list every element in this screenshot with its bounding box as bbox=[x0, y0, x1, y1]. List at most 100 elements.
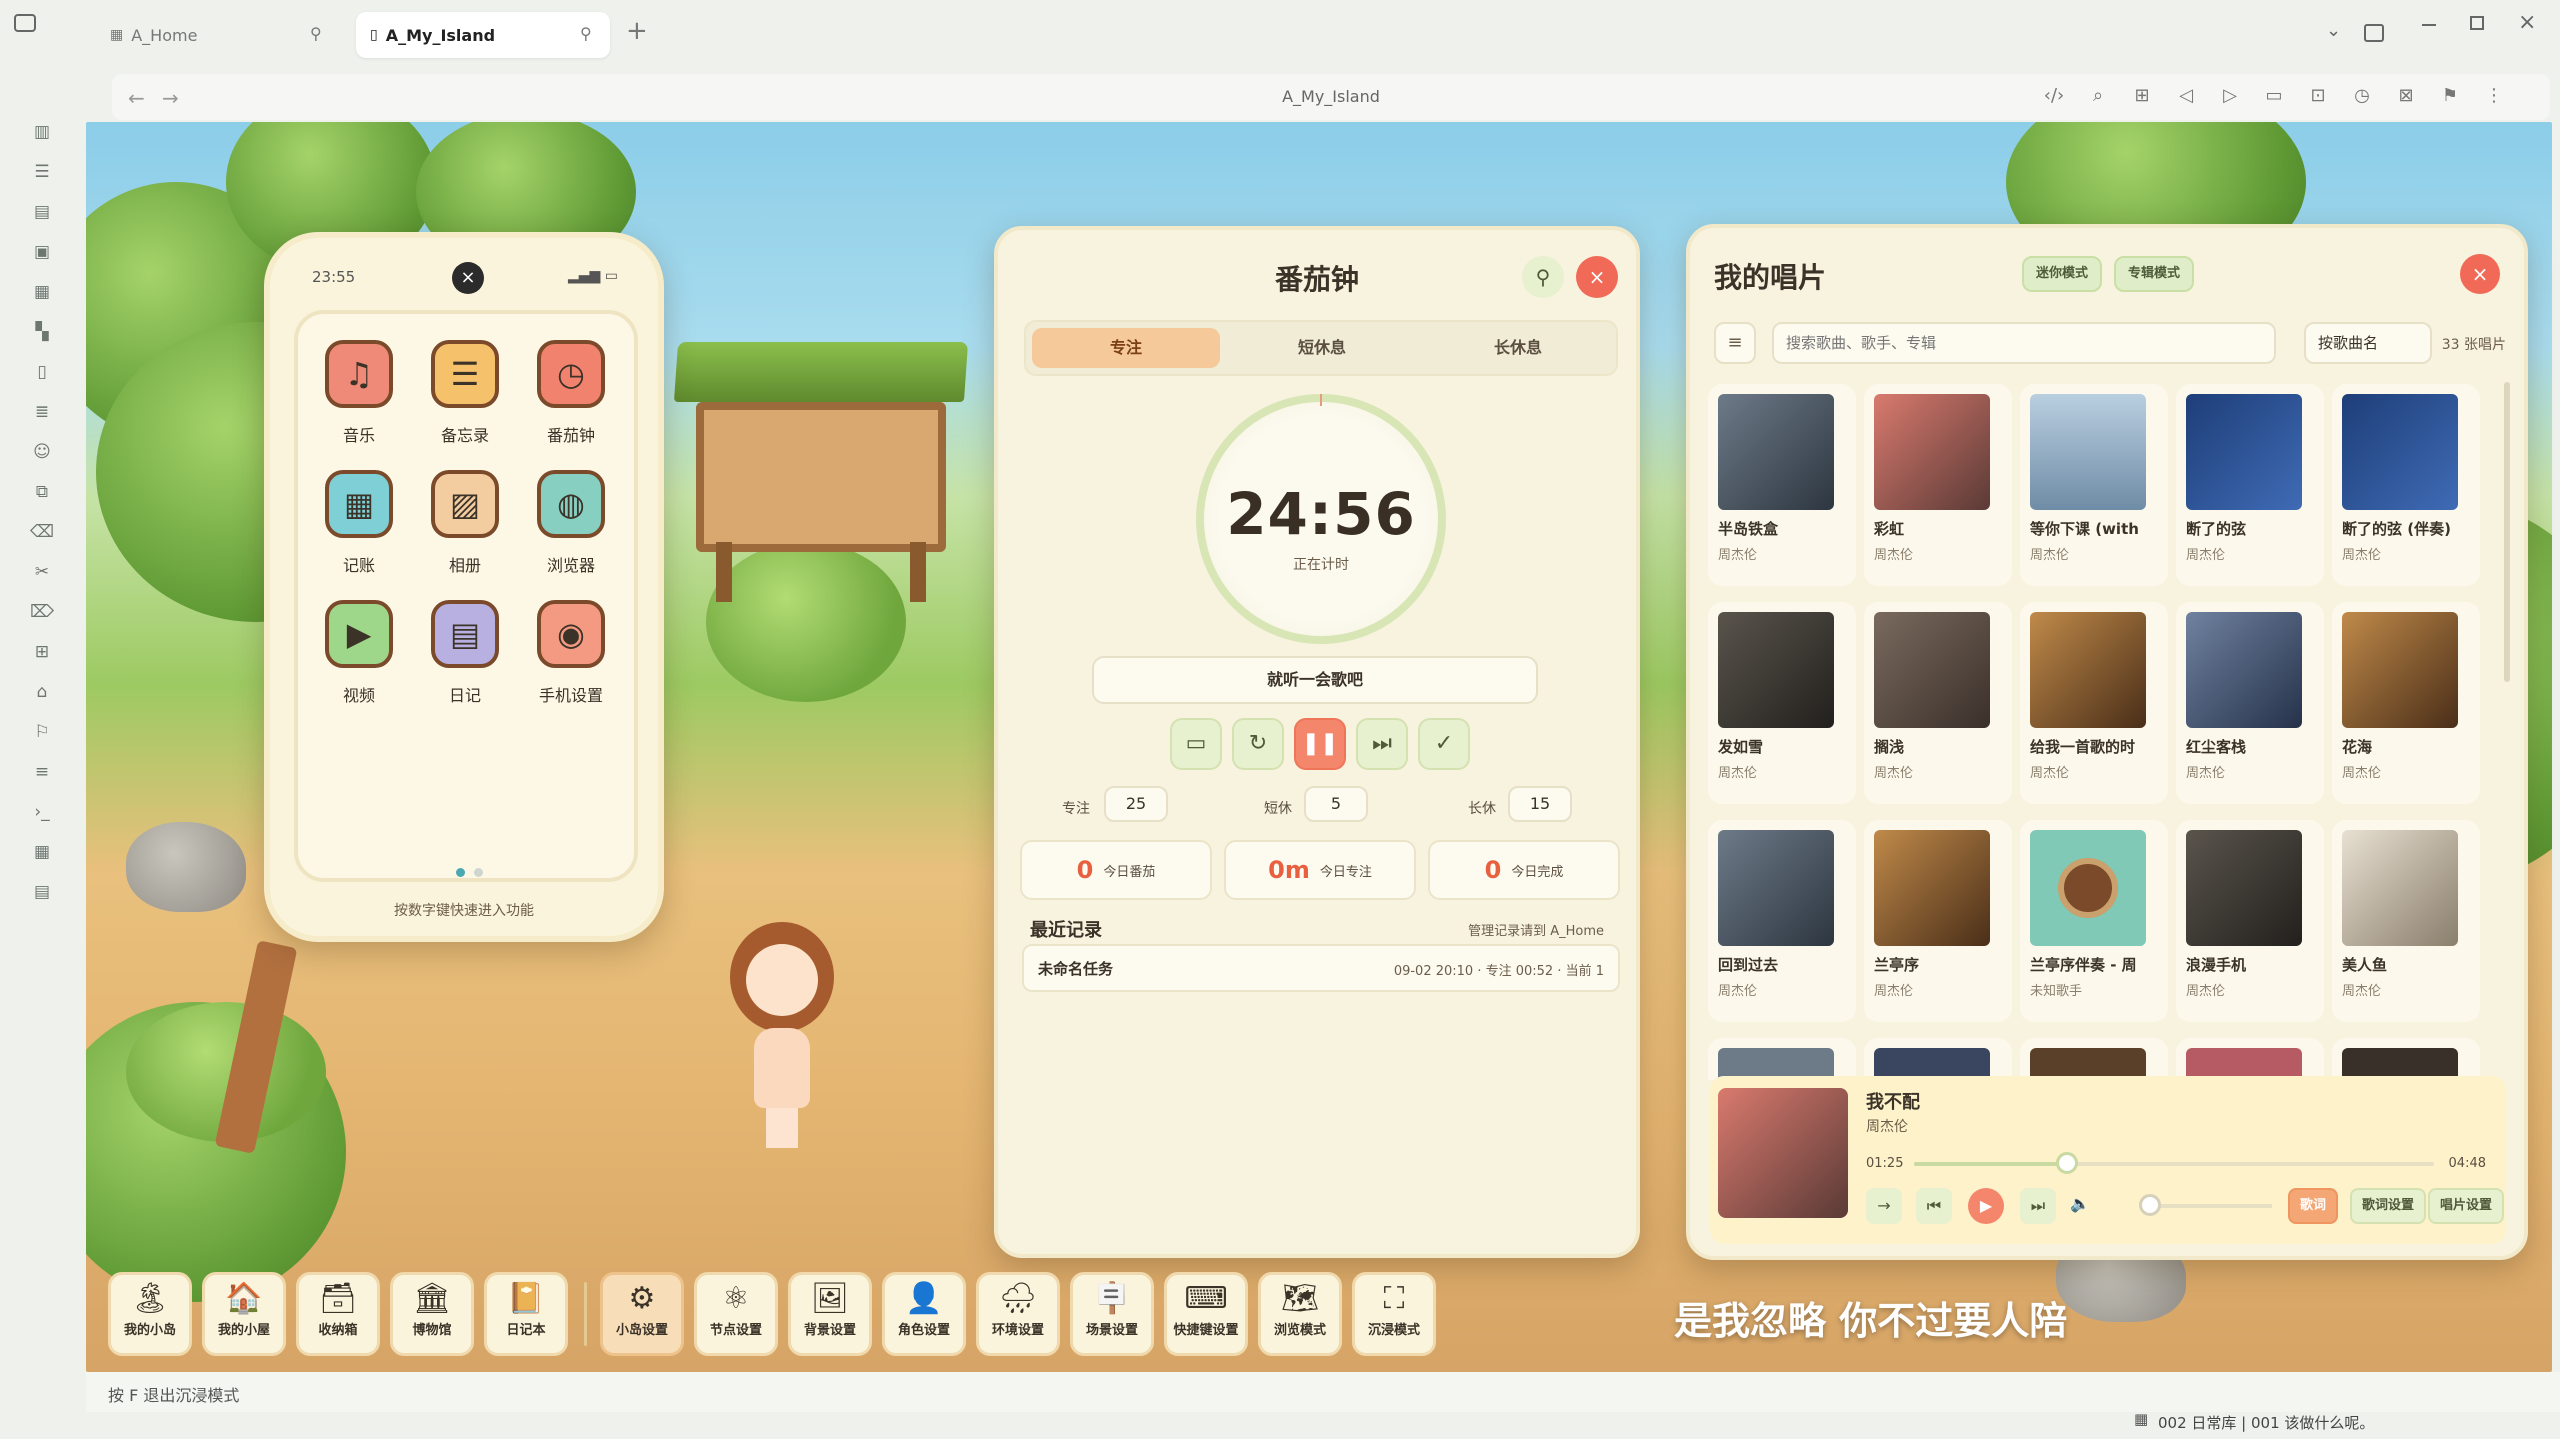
lock-icon[interactable]: ⊡ bbox=[2306, 84, 2330, 108]
trash-icon[interactable]: ⌫ bbox=[30, 520, 54, 544]
dock-my-island[interactable]: 🏝 我的小岛 bbox=[108, 1272, 192, 1356]
chevron-down-icon[interactable]: ⌄ bbox=[2326, 20, 2341, 41]
record-settings-button[interactable]: 唱片设置 bbox=[2428, 1188, 2505, 1224]
app-accounting[interactable]: ▦ 记账 bbox=[314, 470, 404, 576]
book-icon[interactable]: ▤ bbox=[30, 200, 54, 224]
tab-focus[interactable]: 专注 bbox=[1032, 328, 1220, 368]
restore-icon[interactable] bbox=[2470, 16, 2484, 30]
pause-button[interactable]: ❚❚ bbox=[1294, 718, 1346, 770]
shuffle-icon[interactable]: → bbox=[1866, 1188, 1902, 1224]
reset-button[interactable]: ↻ bbox=[1232, 718, 1284, 770]
app-browser[interactable]: ◍ 浏览器 bbox=[526, 470, 616, 576]
album-card[interactable]: 美人鱼 周杰伦 bbox=[2332, 820, 2480, 1022]
tools-icon[interactable]: ✂ bbox=[30, 560, 54, 584]
album-card[interactable]: 断了的弦 周杰伦 bbox=[2176, 384, 2324, 586]
dock-scene-settings[interactable]: 🪧 场景设置 bbox=[1070, 1272, 1154, 1356]
nav-back-icon[interactable]: ◁ bbox=[2174, 84, 2198, 108]
search-icon[interactable]: ⌕ bbox=[2086, 84, 2110, 108]
dock-museum[interactable]: 🏛 博物馆 bbox=[390, 1272, 474, 1356]
album-card[interactable] bbox=[2332, 1038, 2480, 1080]
close-button[interactable]: × bbox=[2460, 254, 2500, 294]
skip-button[interactable]: ⏭ bbox=[1356, 718, 1408, 770]
home-icon[interactable]: ⌂ bbox=[30, 680, 54, 704]
tab-a-my-island[interactable]: ▯ A_My_Island ⚲ bbox=[356, 12, 610, 58]
app-photos[interactable]: ▨ 相册 bbox=[420, 470, 510, 576]
close-icon[interactable]: × bbox=[452, 262, 484, 294]
alarm-icon[interactable]: ◷ bbox=[2350, 84, 2374, 108]
volume-icon[interactable]: 🔈 bbox=[2070, 1194, 2090, 1213]
tab-a-home[interactable]: ▦ A_Home ⚲ bbox=[96, 12, 340, 58]
close-window-icon[interactable]: × bbox=[2518, 10, 2536, 35]
album-card[interactable]: 给我一首歌的时 周杰伦 bbox=[2020, 602, 2168, 804]
calendar-icon[interactable]: ▦ bbox=[30, 280, 54, 304]
sidebar-toggle-icon[interactable] bbox=[14, 14, 36, 32]
album-mode-button[interactable]: 专辑模式 bbox=[2114, 256, 2195, 292]
pin-button[interactable]: ⚲ bbox=[1522, 256, 1564, 298]
dock-storage[interactable]: 🗃 收纳箱 bbox=[296, 1272, 380, 1356]
album-card[interactable]: 兰亭序伴奏 - 周 未知歌手 bbox=[2020, 820, 2168, 1022]
status-text[interactable]: 002 日常库 | 001 该做什么呢。 bbox=[2158, 1412, 2374, 1433]
page-dot[interactable] bbox=[474, 868, 484, 877]
bookmark-icon[interactable]: ⚐ bbox=[30, 720, 54, 744]
pin-icon[interactable]: ⚲ bbox=[310, 24, 326, 44]
app-notes[interactable]: ☰ 备忘录 bbox=[420, 340, 510, 446]
dock-node-settings[interactable]: ⚛ 节点设置 bbox=[694, 1272, 778, 1356]
album-card[interactable]: 断了的弦 (伴奏) 周杰伦 bbox=[2332, 384, 2480, 586]
album-card[interactable] bbox=[1864, 1038, 2012, 1080]
volume-knob[interactable] bbox=[2139, 1194, 2162, 1216]
progress-bar[interactable] bbox=[1914, 1152, 2434, 1174]
minimize-icon[interactable] bbox=[2422, 24, 2436, 26]
tab-long-break[interactable]: 长休息 bbox=[1424, 328, 1612, 368]
album-card[interactable]: 回到过去 周杰伦 bbox=[1708, 820, 1856, 1022]
scrollbar[interactable] bbox=[2504, 382, 2510, 682]
new-tab-button[interactable]: + bbox=[626, 16, 648, 46]
screen-icon[interactable]: ▭ bbox=[2262, 84, 2286, 108]
dock-diary[interactable]: 📔 日记本 bbox=[484, 1272, 568, 1356]
dock-island-settings[interactable]: ⚙ 小岛设置 bbox=[600, 1272, 684, 1356]
filter-icon[interactable]: ≡ bbox=[1714, 322, 1756, 364]
list-icon[interactable]: ≣ bbox=[30, 400, 54, 424]
archive-icon[interactable]: ▣ bbox=[30, 240, 54, 264]
album-card[interactable]: 搁浅 周杰伦 bbox=[1864, 602, 2012, 804]
lyrics-button[interactable]: 歌词 bbox=[2288, 1188, 2339, 1224]
album-card[interactable]: 等你下课 (with 周杰伦 bbox=[2020, 384, 2168, 586]
recent-manage-link[interactable]: 管理记录请到 A_Home bbox=[1468, 920, 1604, 939]
album-card[interactable] bbox=[2176, 1038, 2324, 1080]
app-diary[interactable]: ▤ 日记 bbox=[420, 600, 510, 706]
apps-icon[interactable]: ⊞ bbox=[30, 640, 54, 664]
dock-background-settings[interactable]: 🖼 背景设置 bbox=[788, 1272, 872, 1356]
long-break-input[interactable]: 15 bbox=[1508, 786, 1572, 822]
table-icon[interactable]: ▦ bbox=[30, 840, 54, 864]
outline-icon[interactable]: ☰ bbox=[30, 160, 54, 184]
album-card[interactable]: 花海 周杰伦 bbox=[2332, 602, 2480, 804]
task-input[interactable]: 就听一会歌吧 bbox=[1092, 656, 1538, 704]
bookmark-add-icon[interactable]: ⊞ bbox=[2130, 84, 2154, 108]
close-box-icon[interactable]: ⊠ bbox=[2394, 84, 2418, 108]
bookmark-icon[interactable]: ⚑ bbox=[2438, 84, 2462, 108]
app-phone-settings[interactable]: ◉ 手机设置 bbox=[526, 600, 616, 706]
dock-my-house[interactable]: 🏠 我的小屋 bbox=[202, 1272, 286, 1356]
complete-button[interactable]: ✓ bbox=[1418, 718, 1470, 770]
nav-forward-icon[interactable]: ▷ bbox=[2218, 84, 2242, 108]
progress-knob[interactable] bbox=[2056, 1152, 2079, 1174]
app-tomato-clock[interactable]: ◷ 番茄钟 bbox=[526, 340, 616, 446]
app-music[interactable]: ♫ 音乐 bbox=[314, 340, 404, 446]
gallery-icon[interactable]: ⧉ bbox=[30, 480, 54, 504]
blocks-icon[interactable]: ▚ bbox=[30, 320, 54, 344]
layout-icon[interactable]: ▤ bbox=[30, 880, 54, 904]
map-icon[interactable]: ▥ bbox=[30, 120, 54, 144]
dock-immersive-mode[interactable]: ⛶ 沉浸模式 bbox=[1352, 1272, 1436, 1356]
code-icon[interactable]: ‹/› bbox=[2042, 84, 2066, 108]
album-card[interactable]: 浪漫手机 周杰伦 bbox=[2176, 820, 2324, 1022]
short-break-input[interactable]: 5 bbox=[1304, 786, 1368, 822]
menu-icon[interactable]: ≡ bbox=[30, 760, 54, 784]
terminal-icon[interactable]: ›_ bbox=[30, 800, 54, 824]
dock-browse-mode[interactable]: 🗺 浏览模式 bbox=[1258, 1272, 1342, 1356]
dock-character-settings[interactable]: 👤 角色设置 bbox=[882, 1272, 966, 1356]
album-card[interactable] bbox=[1708, 1038, 1856, 1080]
table-icon[interactable]: ▦ bbox=[2134, 1410, 2148, 1428]
dock-shortcut-settings[interactable]: ⌨ 快捷键设置 bbox=[1164, 1272, 1248, 1356]
play-button[interactable]: ▶ bbox=[1968, 1188, 2004, 1224]
split-view-icon[interactable] bbox=[2364, 24, 2384, 42]
album-card[interactable]: 半岛铁盒 周杰伦 bbox=[1708, 384, 1856, 586]
